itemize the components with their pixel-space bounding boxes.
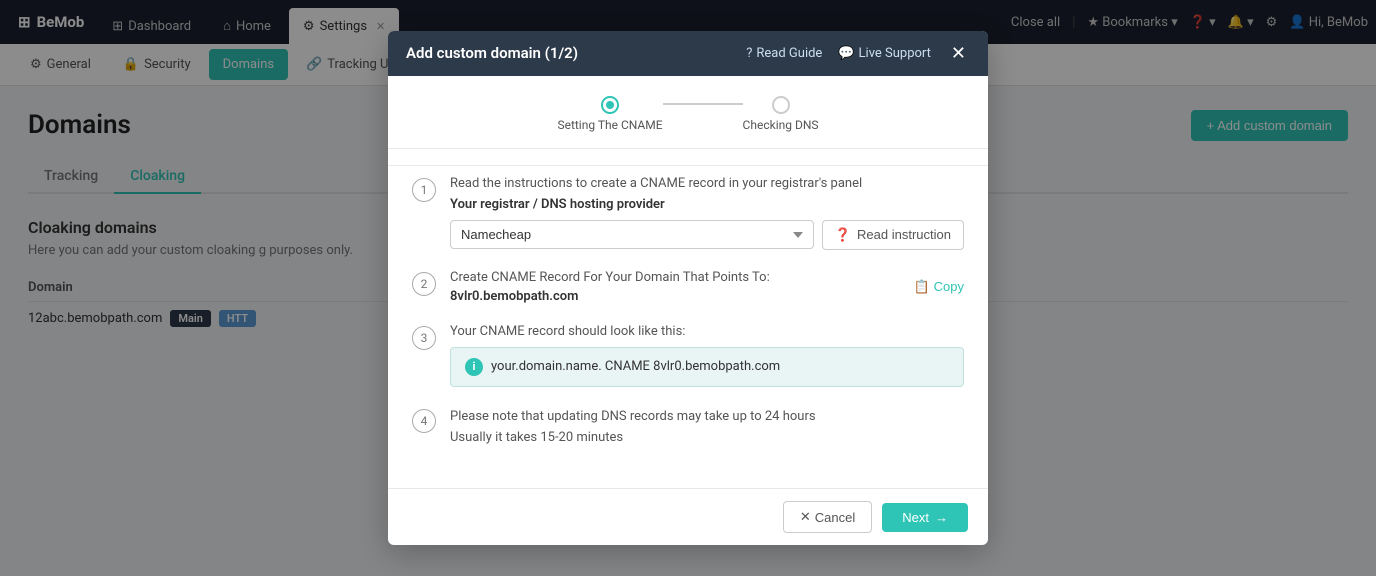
- arrow-right-icon: →: [935, 510, 948, 525]
- modal-header: Add custom domain (1/2) ? Read Guide 💬 L…: [388, 31, 988, 76]
- read-guide-link[interactable]: ? Read Guide: [746, 46, 822, 61]
- cname-preview: i your.domain.name. CNAME 8vlr0.bemobpat…: [450, 347, 964, 387]
- add-domain-modal: Add custom domain (1/2) ? Read Guide 💬 L…: [388, 31, 988, 546]
- copy-icon: 📋: [913, 279, 929, 295]
- modal-header-links: ? Read Guide 💬 Live Support ✕: [746, 43, 970, 64]
- step-content-4: Please note that updating DNS records ma…: [450, 407, 964, 449]
- step-1-text: Read the instructions to create a CNAME …: [450, 176, 964, 191]
- step-circle-cname: [601, 96, 619, 114]
- step-item-dns: Checking DNS: [743, 96, 819, 132]
- step-content-2: Create CNAME Record For Your Domain That…: [450, 270, 964, 304]
- modal-title: Add custom domain (1/2): [406, 44, 578, 62]
- x-icon: ✕: [800, 509, 811, 525]
- question-circle-icon: ❓: [835, 227, 851, 243]
- step-item-cname: Setting The CNAME: [557, 96, 662, 132]
- step-number-4: 4: [412, 409, 436, 433]
- step-content-1: Read the instructions to create a CNAME …: [450, 176, 964, 250]
- modal-divider: [388, 148, 988, 149]
- step-number-3: 3: [412, 326, 436, 350]
- step-connector: [663, 103, 743, 105]
- step-row-4: 4 Please note that updating DNS records …: [412, 407, 964, 449]
- step-1-bold: Your registrar / DNS hosting provider: [450, 197, 964, 212]
- copy-button[interactable]: 📋 Copy: [913, 279, 964, 295]
- question-icon: ?: [746, 46, 752, 61]
- step-row-3: 3 Your CNAME record should look like thi…: [412, 324, 964, 387]
- step-1-select-row: Namecheap GoDaddy Cloudflare Route 53 Ot…: [450, 220, 964, 250]
- step-row-2: 2 Create CNAME Record For Your Domain Th…: [412, 270, 964, 304]
- provider-select[interactable]: Namecheap GoDaddy Cloudflare Route 53 Ot…: [450, 220, 814, 249]
- step-3-text: Your CNAME record should look like this:: [450, 324, 964, 339]
- modal-body: 1 Read the instructions to create a CNAM…: [388, 165, 988, 489]
- next-button[interactable]: Next →: [882, 503, 968, 532]
- info-icon: i: [465, 358, 483, 376]
- cname-preview-text: your.domain.name. CNAME 8vlr0.bemobpath.…: [491, 359, 780, 374]
- stepper: Setting The CNAME Checking DNS: [388, 76, 988, 144]
- cname-points-row: Create CNAME Record For Your Domain That…: [450, 270, 964, 304]
- step-number-2: 2: [412, 272, 436, 296]
- modal-footer: ✕ Cancel Next →: [388, 488, 988, 545]
- step-content-3: Your CNAME record should look like this:…: [450, 324, 964, 387]
- cname-value: 8vlr0.bemobpath.com: [450, 289, 770, 304]
- step-row-1: 1 Read the instructions to create a CNAM…: [412, 176, 964, 250]
- note-text: Please note that updating DNS records ma…: [450, 407, 964, 449]
- step-label-dns: Checking DNS: [743, 118, 819, 132]
- step-circle-dns: [772, 96, 790, 114]
- step-number-1: 1: [412, 178, 436, 202]
- read-instruction-button[interactable]: ❓ Read instruction: [822, 220, 964, 250]
- live-support-link[interactable]: 💬 Live Support: [838, 46, 931, 61]
- cancel-button[interactable]: ✕ Cancel: [783, 501, 872, 533]
- step-2-text: Create CNAME Record For Your Domain That…: [450, 270, 770, 285]
- chat-icon: 💬: [838, 46, 854, 61]
- step-label-cname: Setting The CNAME: [557, 118, 662, 132]
- modal-overlay: Add custom domain (1/2) ? Read Guide 💬 L…: [0, 0, 1376, 576]
- modal-close-button[interactable]: ✕: [947, 43, 970, 64]
